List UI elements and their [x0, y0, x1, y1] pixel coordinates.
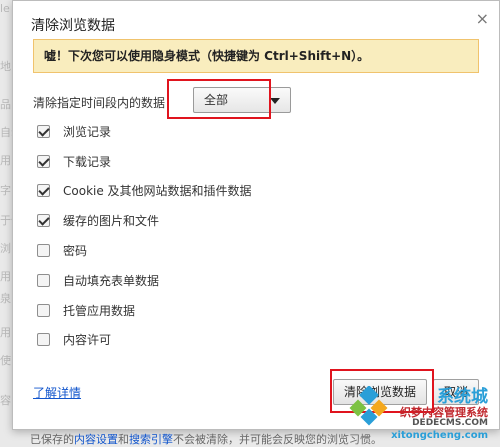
option-label: 缓存的图片和文件 — [63, 214, 160, 228]
time-range-label: 清除指定时间段内的数据： — [33, 96, 178, 110]
dialog-title: 清除浏览数据 — [31, 18, 115, 34]
watermark-site-url: xitongcheng.com — [391, 430, 488, 441]
option-label: 密码 — [63, 244, 88, 258]
footer-prefix: 已保存的 — [30, 433, 74, 446]
footer-note: 已保存的内容设置和搜索引擎不会被清除，并可能会反映您的浏览习惯。 — [30, 431, 382, 447]
checkbox[interactable] — [37, 304, 50, 317]
bg-fragment: 字 — [0, 184, 11, 197]
close-icon[interactable]: × — [476, 9, 489, 28]
checkbox[interactable] — [37, 125, 50, 138]
option-label: 下载记录 — [63, 155, 112, 169]
option-label: 托管应用数据 — [63, 304, 136, 318]
bg-fragment: 浏 — [0, 242, 11, 255]
bg-fragment: 用 — [0, 154, 11, 167]
option-label: 内容许可 — [63, 333, 112, 347]
bg-fragment: 品 — [0, 98, 11, 111]
content-settings-link[interactable]: 内容设置 — [74, 433, 118, 446]
learn-more-link[interactable]: 了解详情 — [33, 384, 81, 401]
bg-fragment: le — [0, 2, 10, 15]
cancel-button[interactable]: 取消 — [433, 379, 479, 405]
bg-fragment: 容 — [0, 394, 11, 407]
footer-suffix: 不会被清除，并可能会反映您的浏览习惯。 — [173, 433, 382, 446]
checkbox[interactable] — [37, 274, 50, 287]
bg-fragment: 泉 — [0, 292, 11, 305]
search-engine-link[interactable]: 搜索引擎 — [129, 433, 173, 446]
footer-and: 和 — [118, 433, 129, 446]
option-label: 浏览记录 — [63, 125, 112, 139]
checkbox[interactable] — [37, 184, 50, 197]
dropdown-arrow-icon — [270, 98, 280, 104]
bg-fragment: 用 — [0, 270, 11, 283]
clear-browsing-data-button[interactable]: 清除浏览数据 — [333, 379, 427, 405]
option-label: 自动填充表单数据 — [63, 274, 160, 288]
checkbox[interactable] — [37, 244, 50, 257]
time-range-select[interactable]: 全部 — [193, 87, 291, 113]
bg-fragment: 地 — [0, 60, 11, 73]
checkbox[interactable] — [37, 333, 50, 346]
bg-fragment: 用 — [0, 326, 11, 339]
time-range-value: 全部 — [204, 93, 229, 107]
clear-browsing-data-dialog: 清除浏览数据 × 嘘！下次您可以使用隐身模式（快捷键为 Ctrl+Shift+N… — [12, 0, 500, 430]
option-label: Cookie 及其他网站数据和插件数据 — [63, 184, 252, 198]
incognito-tip-banner: 嘘！下次您可以使用隐身模式（快捷键为 Ctrl+Shift+N）。 — [33, 39, 479, 73]
checkbox[interactable] — [37, 214, 50, 227]
checkbox[interactable] — [37, 155, 50, 168]
bg-fragment: 使 — [0, 354, 11, 367]
